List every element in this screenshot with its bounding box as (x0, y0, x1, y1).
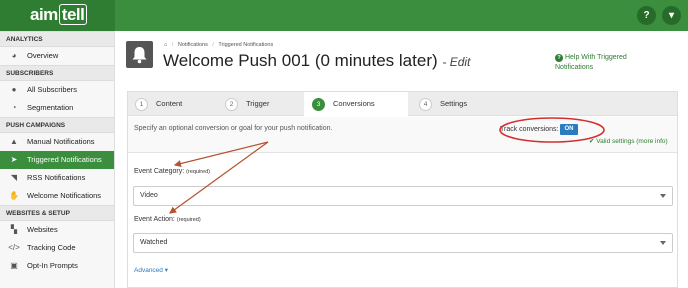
annotation-ellipse (499, 117, 605, 143)
annotation-arrow-action (169, 141, 269, 214)
annotation-overlay (169, 117, 605, 214)
annotation-arrow-category (173, 141, 269, 168)
